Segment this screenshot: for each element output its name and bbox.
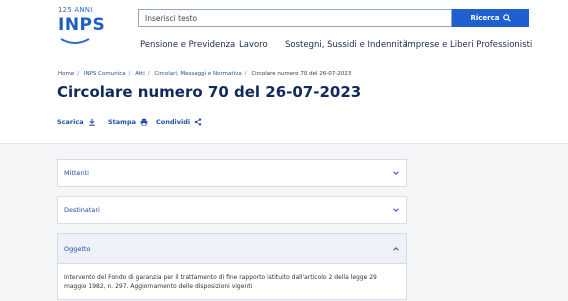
page-title: Circolare numero 70 del 26-07-2023 [57, 83, 362, 101]
accordion-mittenti[interactable]: Mittenti [57, 159, 407, 187]
search-icon [502, 14, 511, 22]
search-button-label: Ricerca [470, 14, 500, 22]
print-label: Stampa [108, 118, 136, 126]
search-input[interactable] [138, 9, 452, 27]
download-icon [88, 118, 95, 126]
nav-pensione-previdenza[interactable]: Pensione e Previdenza [140, 40, 235, 50]
search-button[interactable]: Ricerca [452, 9, 529, 27]
oggetto-text: Intervento del Fondo di garanzia per il … [64, 274, 377, 290]
accordion-destinatari-label: Destinatari [64, 206, 100, 214]
logo-swoosh-icon [60, 38, 90, 44]
breadcrumb-inps-comunica[interactable]: INPS Comunica [84, 71, 126, 77]
accordion-destinatari[interactable]: Destinatari [57, 196, 407, 224]
chevron-down-icon [393, 171, 399, 175]
download-button[interactable]: Scarica [57, 118, 96, 126]
breadcrumb: Home / INPS Comunica / Atti / Circolari, Me… [58, 71, 352, 77]
breadcrumb-home[interactable]: Home [58, 71, 74, 77]
chevron-up-icon [393, 246, 399, 251]
breadcrumb-atti[interactable]: Atti [135, 71, 145, 77]
share-icon [194, 118, 202, 126]
inps-logo[interactable]: 125 ANNI INPS [58, 6, 114, 46]
accordion-oggetto[interactable]: Oggetto [57, 233, 407, 264]
logo-name: INPS [58, 15, 106, 35]
accordion-mittenti-label: Mittenti [64, 169, 89, 177]
accordion-oggetto-content: Intervento del Fondo di garanzia per il … [57, 264, 407, 300]
logo-anniversary: 125 ANNI [58, 6, 93, 14]
print-icon [140, 118, 148, 126]
nav-sostegni-sussidi[interactable]: Sostegni, Sussidi e Indennità [285, 40, 408, 50]
share-label: Condividi [156, 118, 191, 126]
breadcrumb-circolari[interactable]: Circolari, Messaggi e Normativa [154, 71, 241, 77]
chevron-down-icon [393, 208, 399, 212]
nav-lavoro[interactable]: Lavoro [239, 40, 268, 50]
download-label: Scarica [57, 118, 84, 126]
print-button[interactable]: Stampa [108, 118, 148, 126]
share-button[interactable]: Condividi [156, 118, 202, 126]
nav-imprese-professionisti[interactable]: Imprese e Liberi Professionisti [405, 40, 532, 50]
breadcrumb-current: Circolare numero 70 del 26-07-2023 [251, 71, 352, 77]
accordion-oggetto-label: Oggetto [64, 244, 91, 253]
